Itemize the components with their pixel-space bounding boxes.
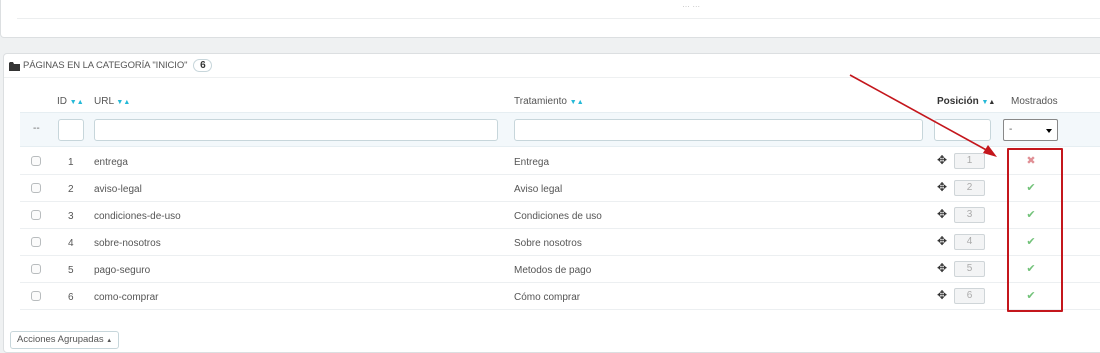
move-icon[interactable]: ✥ (937, 235, 947, 248)
count-badge: 6 (193, 59, 213, 72)
row-posicion: 6 (954, 288, 985, 304)
top-panel: … … (0, 0, 1100, 38)
table-row[interactable]: 4 sobre-nosotros Sobre nosotros ✥ 4 ✔ (20, 229, 1100, 256)
panel-heading: Páginas en la categoría "Inicio" 6 (4, 54, 1100, 78)
row-posicion: 2 (954, 180, 985, 196)
row-posicion: 3 (954, 207, 985, 223)
pages-panel: Páginas en la categoría "Inicio" 6 ID ▼▲… (3, 53, 1100, 353)
move-icon[interactable]: ✥ (937, 181, 947, 194)
bulk-actions-label: Acciones Agrupadas (17, 334, 104, 345)
row-checkbox[interactable] (31, 210, 41, 220)
row-checkbox[interactable] (31, 183, 41, 193)
folder-icon (9, 61, 20, 71)
move-icon[interactable]: ✥ (937, 289, 947, 302)
column-header-posicion[interactable]: Posición ▼▲ (937, 96, 995, 107)
column-header-mostrados: Mostrados (1011, 96, 1058, 107)
sort-arrows-icon[interactable]: ▼▲ (116, 99, 130, 106)
row-posicion: 1 (954, 153, 985, 169)
table-row[interactable]: 5 pago-seguro Metodos de pago ✥ 5 ✔ (20, 256, 1100, 283)
filter-posicion-input[interactable] (934, 119, 991, 141)
bulk-actions-button[interactable]: Acciones Agrupadas ▲ (10, 331, 120, 349)
row-id: 1 (68, 157, 74, 168)
annotation-highlight-box (1007, 148, 1063, 312)
table-row[interactable]: 6 como-comprar Cómo comprar ✥ 6 ✔ (20, 283, 1100, 310)
move-icon[interactable]: ✥ (937, 262, 947, 275)
row-checkbox[interactable] (31, 264, 41, 274)
column-header-url-label: URL (94, 96, 114, 107)
panel-title: Páginas en la categoría "Inicio" (23, 60, 188, 71)
move-icon[interactable]: ✥ (937, 208, 947, 221)
row-url: aviso-legal (94, 184, 142, 195)
table-row[interactable]: 3 condiciones-de-uso Condiciones de uso … (20, 202, 1100, 229)
sort-arrows-icon[interactable]: ▼▲ (70, 99, 84, 106)
row-tratamiento: Cómo comprar (514, 292, 581, 303)
column-header-id[interactable]: ID ▼▲ (57, 96, 84, 107)
row-tratamiento: Entrega (514, 157, 550, 168)
row-id: 3 (68, 211, 74, 222)
row-id: 5 (68, 265, 74, 276)
row-checkbox[interactable] (31, 156, 41, 166)
row-url: sobre-nosotros (94, 238, 161, 249)
row-tratamiento: Aviso legal (514, 184, 563, 195)
filter-tratamiento-input[interactable] (514, 119, 923, 141)
filter-row: -- - (20, 112, 1100, 147)
column-header-tratamiento[interactable]: Tratamiento ▼▲ (514, 96, 584, 107)
row-id: 6 (68, 292, 74, 303)
column-header-posicion-label: Posición (937, 96, 979, 107)
table-row[interactable]: 1 entrega Entrega ✥ 1 ✖ (20, 148, 1100, 175)
filter-url-input[interactable] (94, 119, 569, 141)
row-checkbox[interactable] (31, 237, 41, 247)
row-id: 2 (68, 184, 74, 195)
caret-up-icon: ▲ (106, 338, 113, 344)
row-url: pago-seguro (94, 265, 151, 276)
partial-text: … … (682, 0, 701, 9)
move-icon[interactable]: ✥ (937, 154, 947, 167)
row-url: entrega (94, 157, 128, 168)
row-tratamiento: Sobre nosotros (514, 238, 582, 249)
column-header-id-label: ID (57, 96, 67, 107)
row-tratamiento: Condiciones de uso (514, 211, 602, 222)
filter-mostrados-value: - (1009, 124, 1013, 135)
column-header-tratamiento-label: Tratamiento (514, 96, 567, 107)
filter-row-marker: -- (33, 123, 40, 134)
row-posicion: 5 (954, 261, 985, 277)
sort-arrows-icon[interactable]: ▼▲ (570, 99, 584, 106)
row-url: condiciones-de-uso (94, 211, 181, 222)
table-row[interactable]: 2 aviso-legal Aviso legal ✥ 2 ✔ (20, 175, 1100, 202)
filter-mostrados-select[interactable]: - (1003, 119, 1058, 141)
divider (17, 18, 1100, 19)
row-id: 4 (68, 238, 74, 249)
row-checkbox[interactable] (31, 291, 41, 301)
chevron-down-icon (1046, 129, 1052, 133)
filter-id-input[interactable] (58, 119, 84, 141)
row-url: como-comprar (94, 292, 159, 303)
sort-up-icon-active[interactable]: ▲ (988, 99, 995, 106)
column-header-url[interactable]: URL ▼▲ (94, 96, 130, 107)
row-tratamiento: Metodos de pago (514, 265, 592, 276)
row-posicion: 4 (954, 234, 985, 250)
